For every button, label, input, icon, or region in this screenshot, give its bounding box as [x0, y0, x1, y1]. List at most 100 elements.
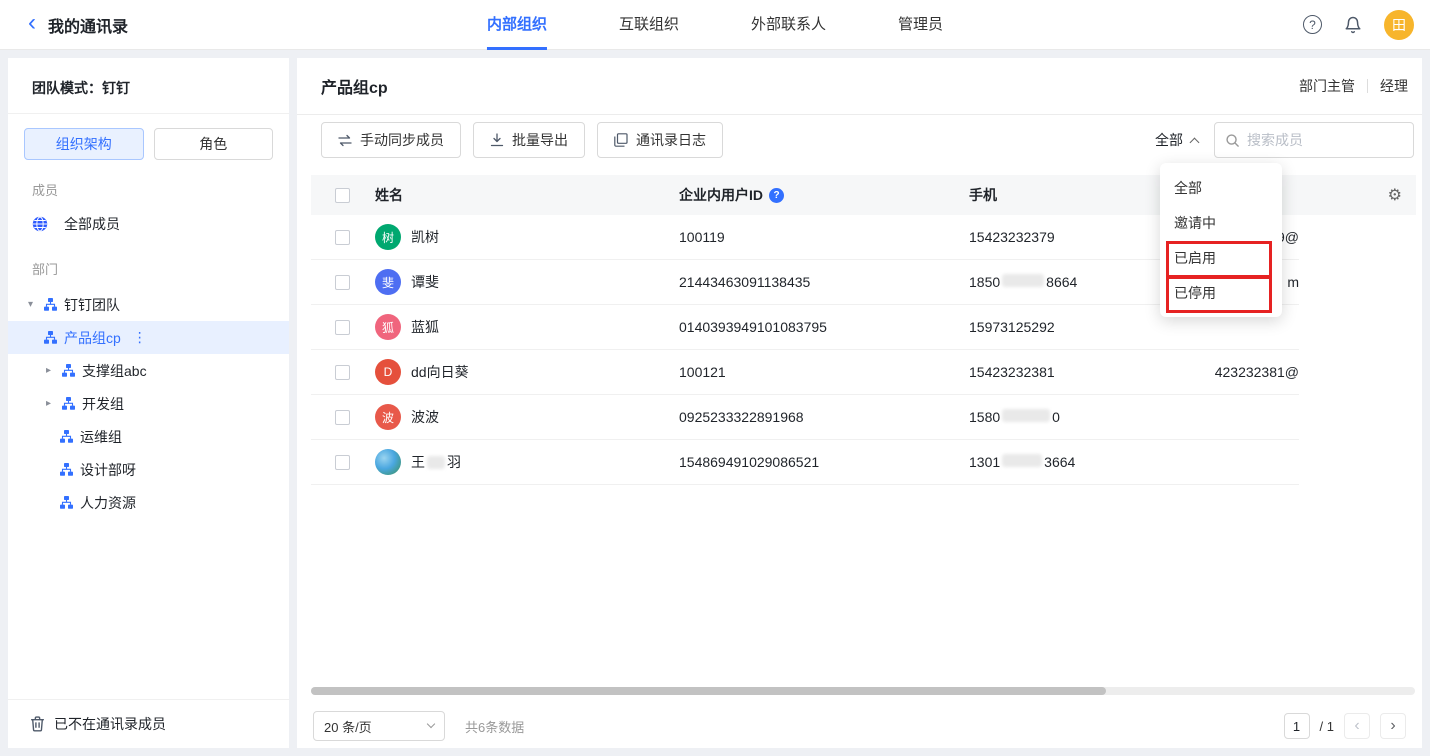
sidebar-tabs: 组织架构 角色 — [8, 114, 289, 160]
search-input[interactable] — [1247, 132, 1403, 148]
table-row[interactable]: D dd向日葵 100121 15423232381 15423232381@ — [311, 350, 1299, 395]
user-avatar[interactable]: 田 — [1384, 10, 1414, 40]
all-members-item[interactable]: 全部成员 — [8, 209, 289, 239]
dept-tree-item[interactable]: 人力资源 — [8, 486, 289, 519]
row-checkbox[interactable] — [335, 230, 350, 245]
row-check-cell — [311, 275, 375, 290]
name-cell: 波 波波 — [375, 404, 679, 430]
dept-title: 产品组cp — [321, 74, 388, 98]
toolbar: 手动同步成员 批量导出 通讯录日志 全部 — [297, 115, 1422, 158]
roles-tab[interactable]: 角色 — [154, 128, 274, 160]
member-phone: 13013664 — [969, 454, 1215, 470]
table-body: 树 凯树 100119 15423232379 79@ 斐 谭斐 2144346… — [311, 215, 1299, 485]
dept-label: 运维组 — [80, 427, 122, 447]
top-nav: 内部组织 互联组织 外部联系人 管理员 — [487, 0, 943, 50]
member-name: 凯树 — [411, 227, 439, 247]
prev-page-button[interactable]: ‹ — [1344, 713, 1370, 739]
dept-section-label: 部门 — [8, 239, 289, 288]
dept-tree-item[interactable]: 运维组 — [8, 420, 289, 453]
row-checkbox[interactable] — [335, 410, 350, 425]
column-settings-icon[interactable]: ⚙ — [1388, 185, 1402, 205]
top-tab[interactable]: 互联组织 — [619, 0, 679, 50]
name-cell: 树 凯树 — [375, 224, 679, 250]
member-name: 王羽 — [411, 452, 461, 472]
page-title: 我的通讯录 — [48, 13, 128, 37]
col-name: 姓名 — [375, 185, 679, 205]
name-cell: 王羽 — [375, 449, 679, 475]
dept-manager-link[interactable]: 部门主管 — [1299, 76, 1355, 96]
dept-tree-item[interactable]: 产品组cp ⋮ — [8, 321, 289, 354]
table-row[interactable]: 树 凯树 100119 15423232379 79@ — [311, 215, 1299, 260]
dept-tree-item[interactable]: ▸ 开发组 — [8, 387, 289, 420]
chevron-down-icon — [427, 720, 435, 728]
member-name: 波波 — [411, 407, 439, 427]
current-page[interactable]: 1 — [1284, 713, 1310, 739]
name-cell: 斐 谭斐 — [375, 269, 679, 295]
member-avatar: D — [375, 359, 401, 385]
caret-icon[interactable]: ▸ — [46, 365, 62, 376]
scrollbar-thumb[interactable] — [311, 687, 1106, 695]
top-tab[interactable]: 内部组织 — [487, 0, 547, 50]
chevron-up-icon — [1190, 137, 1200, 147]
next-page-button[interactable]: › — [1380, 713, 1406, 739]
row-check-cell — [311, 230, 375, 245]
org-icon — [60, 463, 73, 476]
org-structure-tab[interactable]: 组织架构 — [24, 128, 144, 160]
help-icon[interactable]: ? — [1303, 15, 1322, 34]
member-uid: 100119 — [679, 229, 969, 245]
filter-option[interactable]: 全部 — [1160, 170, 1282, 205]
col-uid-cell: 企业内用户ID ? — [679, 185, 969, 205]
back-icon[interactable]: ‹ — [28, 11, 36, 35]
page-size-select[interactable]: 20 条/页 — [313, 711, 445, 741]
filter-option[interactable]: 邀请中 — [1160, 205, 1282, 240]
notification-bell-icon[interactable] — [1344, 16, 1362, 34]
top-tab[interactable]: 管理员 — [898, 0, 943, 50]
dept-label: 开发组 — [82, 394, 124, 414]
member-uid: 0140393949101083795 — [679, 319, 969, 335]
row-checkbox[interactable] — [335, 365, 350, 380]
header-check-cell — [311, 188, 375, 203]
top-tab-label: 管理员 — [898, 16, 943, 33]
batch-export-button[interactable]: 批量导出 — [473, 122, 585, 158]
select-all-checkbox[interactable] — [335, 188, 350, 203]
page-count: / 1 — [1320, 719, 1334, 734]
topbar-right: ? 田 — [1303, 10, 1430, 40]
trash-icon — [30, 716, 45, 732]
batch-export-label: 批量导出 — [512, 130, 568, 150]
caret-icon[interactable]: ▸ — [46, 398, 62, 409]
uid-help-icon[interactable]: ? — [769, 188, 784, 203]
member-avatar: 波 — [375, 404, 401, 430]
status-filter[interactable]: 全部 — [1155, 130, 1202, 150]
dept-label: 人力资源 — [80, 493, 136, 513]
filter-option[interactable]: 已启用 — [1160, 240, 1282, 275]
contacts-log-button[interactable]: 通讯录日志 — [597, 122, 723, 158]
dept-tree-item[interactable]: ▸ 支撑组abc — [8, 354, 289, 387]
table-row[interactable]: 波 波波 0925233322891968 15800 — [311, 395, 1299, 440]
table-row[interactable]: 狐 蓝狐 0140393949101083795 15973125292 — [311, 305, 1299, 350]
caret-icon[interactable]: ▾ — [28, 299, 44, 310]
manager-link[interactable]: 经理 — [1380, 76, 1408, 96]
manual-sync-button[interactable]: 手动同步成员 — [321, 122, 461, 158]
filter-option[interactable]: 已停用 — [1160, 275, 1282, 310]
top-tab[interactable]: 外部联系人 — [751, 0, 826, 50]
row-checkbox[interactable] — [335, 455, 350, 470]
removed-members-entry[interactable]: 已不在通讯录成员 — [8, 699, 289, 748]
more-actions-icon[interactable]: ⋮ — [133, 329, 147, 346]
table-row[interactable]: 斐 谭斐 21443463091138435 18508664 m — [311, 260, 1299, 305]
dept-tree-item[interactable]: ▾ 钉钉团队 — [8, 288, 289, 321]
org-icon — [62, 364, 75, 377]
topbar-left: ‹ 我的通讯录 — [0, 13, 128, 37]
row-checkbox[interactable] — [335, 275, 350, 290]
dept-label: 钉钉团队 — [64, 295, 120, 315]
top-tab-label: 内部组织 — [487, 16, 547, 33]
dept-tree-item[interactable]: 设计部呀 — [8, 453, 289, 486]
horizontal-scrollbar[interactable] — [311, 687, 1415, 695]
filter-option-label: 邀请中 — [1174, 213, 1216, 233]
top-tab-label: 外部联系人 — [751, 16, 826, 33]
row-checkbox[interactable] — [335, 320, 350, 335]
table-row[interactable]: 王羽 154869491029086521 13013664 — [311, 440, 1299, 485]
globe-icon — [32, 216, 48, 232]
team-mode-label: 团队模式：钉钉 — [8, 58, 289, 114]
topbar: ‹ 我的通讯录 内部组织 互联组织 外部联系人 管理员 ? 田 — [0, 0, 1430, 50]
member-uid: 0925233322891968 — [679, 409, 969, 425]
